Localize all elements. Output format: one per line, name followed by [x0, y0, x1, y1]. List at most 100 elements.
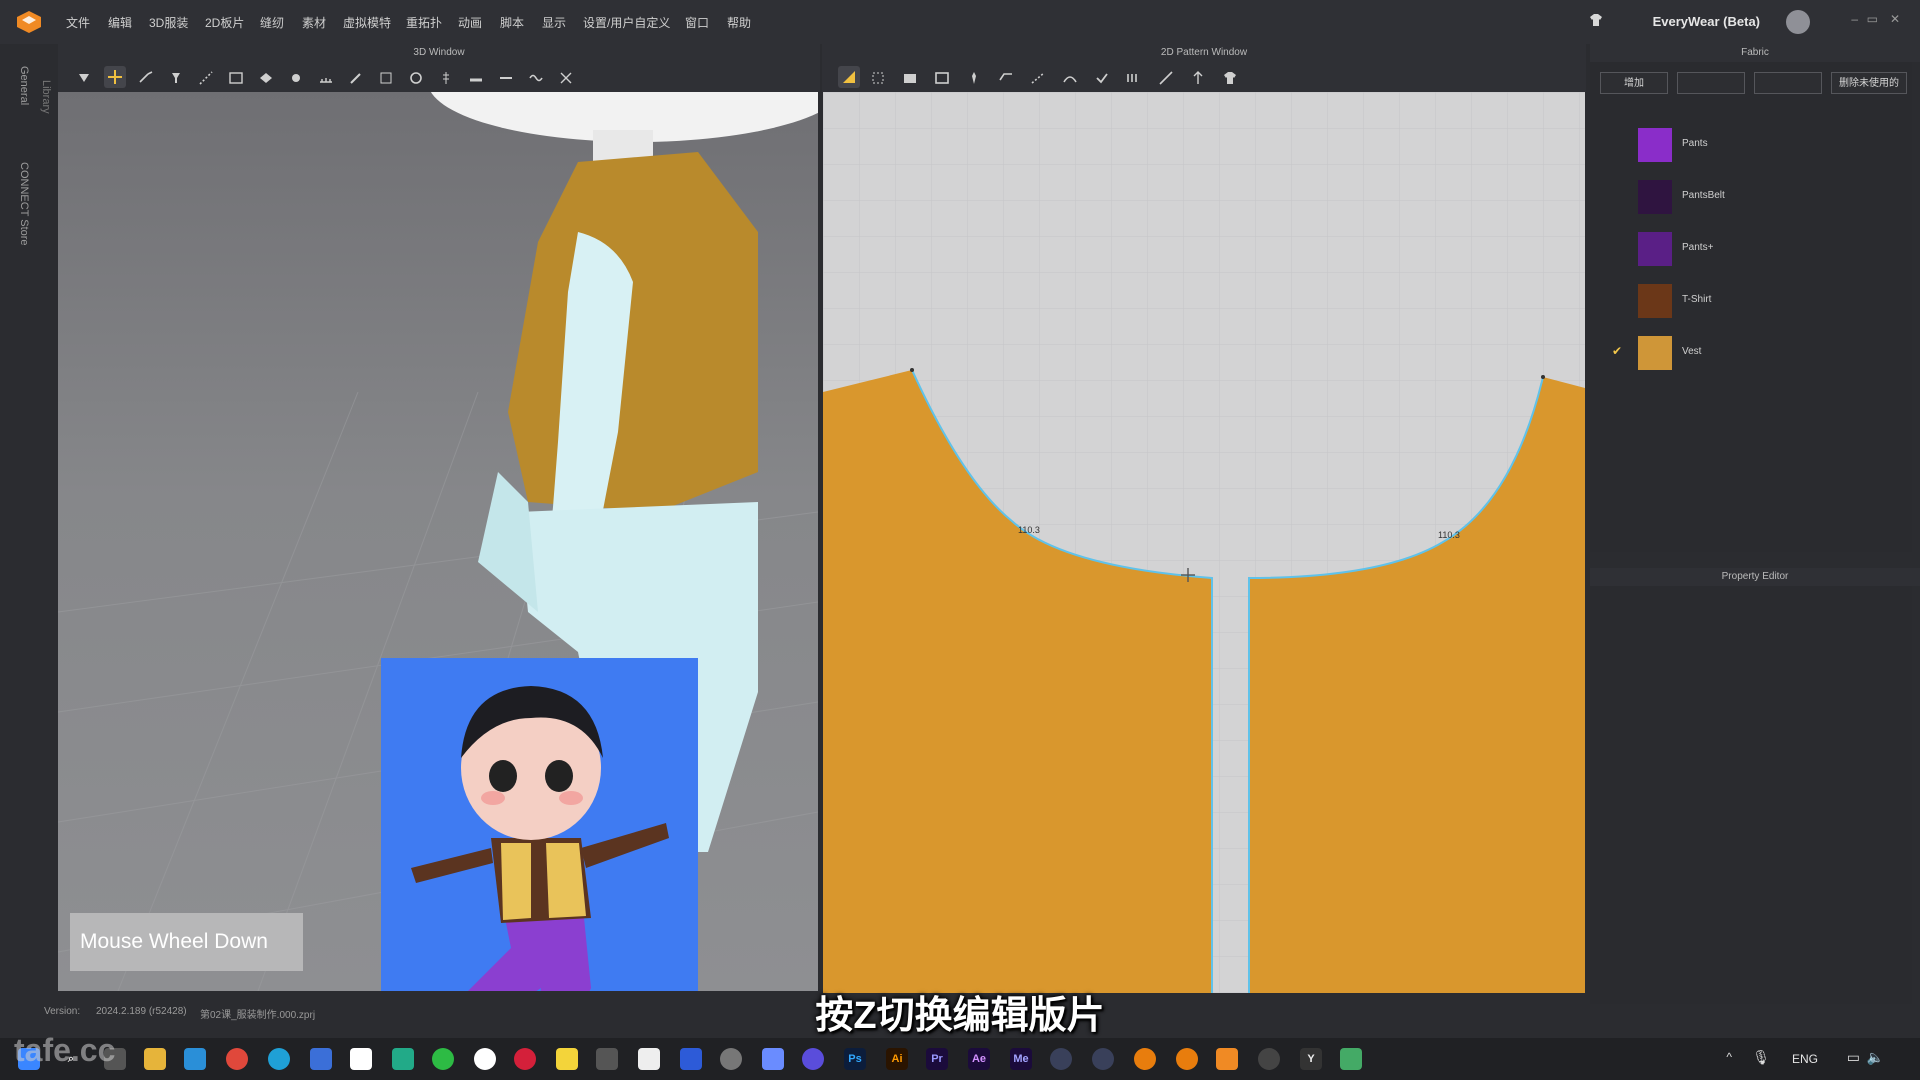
fabric-item[interactable]: T-Shirt [1604, 274, 1904, 324]
pipe-icon[interactable] [498, 70, 514, 86]
wechat-icon[interactable] [432, 1048, 454, 1070]
edit-point-icon[interactable] [870, 70, 886, 86]
segment-sewing-icon[interactable] [198, 70, 214, 86]
menu-animation[interactable]: 动画 [458, 14, 482, 31]
fold-arrangement-icon[interactable] [1126, 70, 1142, 86]
strengthen-icon[interactable] [378, 70, 394, 86]
fabric-item[interactable]: Pants [1604, 118, 1904, 168]
brush-icon[interactable] [348, 70, 364, 86]
menu-edit[interactable]: 编辑 [108, 14, 132, 31]
tray-chevron-icon[interactable]: ^ [1726, 1050, 1732, 1064]
segment-sewing-2d-icon[interactable] [1030, 70, 1046, 86]
vest-3d[interactable] [508, 152, 758, 512]
user-avatar-icon[interactable] [1786, 10, 1810, 34]
menu-retopology[interactable]: 重拓扑 [406, 14, 442, 31]
zipper-icon[interactable] [438, 70, 454, 86]
menu-settings[interactable]: 设置/用户自定义 [583, 14, 670, 31]
button-tool-icon[interactable] [408, 70, 424, 86]
chrome-icon[interactable] [226, 1048, 248, 1070]
photoshop-icon[interactable]: Ps [844, 1048, 866, 1070]
network-icon[interactable]: ▭ [1847, 1049, 1860, 1066]
notes-icon[interactable] [556, 1048, 578, 1070]
after-effects-icon[interactable]: Ae [968, 1048, 990, 1070]
menu-3d-garment[interactable]: 3D服装 [149, 14, 188, 31]
edge-icon[interactable] [268, 1048, 290, 1070]
input-language[interactable]: ENG [1792, 1052, 1818, 1066]
add-fabric-button[interactable]: 增加 [1600, 72, 1668, 94]
tape-icon[interactable] [468, 70, 484, 86]
qq-icon[interactable] [474, 1048, 496, 1070]
puckering-icon[interactable] [528, 70, 544, 86]
product-name[interactable]: EveryWear (Beta) [1653, 14, 1760, 29]
rectangle-icon[interactable] [934, 70, 950, 86]
fabric-button-2[interactable] [1677, 72, 1745, 94]
app-icon-9[interactable] [350, 1048, 372, 1070]
transform-pattern-tool-active[interactable] [838, 66, 860, 88]
settings-gear-icon[interactable] [720, 1048, 742, 1070]
cinema4d-icon[interactable] [1050, 1048, 1072, 1070]
menu-file[interactable]: 文件 [66, 14, 90, 31]
select-move-icon[interactable] [76, 70, 92, 86]
app-icon-20[interactable] [802, 1048, 824, 1070]
app-icon-19[interactable] [762, 1048, 784, 1070]
menu-materials[interactable]: 素材 [302, 14, 326, 31]
internal-shape-icon[interactable] [966, 70, 982, 86]
word-icon[interactable] [680, 1048, 702, 1070]
media-encoder-icon[interactable]: Me [1010, 1048, 1032, 1070]
volume-icon[interactable]: 🔈 [1867, 1049, 1884, 1066]
measure-icon[interactable] [318, 70, 334, 86]
fabric-item[interactable]: Pants+ [1604, 222, 1904, 272]
menu-window[interactable]: 窗口 [685, 14, 709, 31]
microphone-icon[interactable]: 🎙 [1752, 1049, 1770, 1066]
calculator-icon[interactable] [1340, 1048, 1362, 1070]
netease-music-icon[interactable] [514, 1048, 536, 1070]
free-sewing-icon[interactable] [1062, 70, 1078, 86]
rail-library-tab[interactable]: Library [40, 80, 52, 114]
app-icon-16[interactable] [638, 1048, 660, 1070]
menu-2d-pattern[interactable]: 2D板片 [205, 14, 244, 31]
arrangement-icon[interactable] [228, 70, 244, 86]
cinema4d-2-icon[interactable] [1092, 1048, 1114, 1070]
app-icon-10[interactable] [392, 1048, 414, 1070]
blender-2-icon[interactable] [1176, 1048, 1198, 1070]
app-icon-15[interactable] [596, 1048, 618, 1070]
grain-icon[interactable] [1190, 70, 1206, 86]
clo-app-logo-icon[interactable] [16, 10, 42, 34]
premiere-icon[interactable]: Pr [926, 1048, 948, 1070]
fabric-item-selected[interactable]: ✔ Vest [1604, 326, 1904, 376]
fabric-item[interactable]: PantsBelt [1604, 170, 1904, 220]
menu-help[interactable]: 帮助 [727, 14, 751, 31]
shirt-pattern-icon[interactable] [1222, 70, 1238, 86]
store-icon[interactable] [184, 1048, 206, 1070]
window-2d-pattern-canvas[interactable]: 110.3 110.3 [823, 92, 1585, 993]
clo-taskbar-icon[interactable] [1216, 1048, 1238, 1070]
illustrator-icon[interactable]: Ai [886, 1048, 908, 1070]
menu-script[interactable]: 脚本 [500, 14, 524, 31]
line-icon[interactable] [1158, 70, 1174, 86]
transform-tool-active[interactable] [104, 66, 126, 88]
fold-icon[interactable] [258, 70, 274, 86]
pin-icon[interactable] [168, 70, 184, 86]
blender-icon[interactable] [1134, 1048, 1156, 1070]
rail-general-tab[interactable]: General [18, 66, 30, 105]
rail-connect-store-tab[interactable]: CONNECT Store [18, 162, 30, 246]
delete-unused-button[interactable]: 删除未使用的 [1831, 72, 1907, 94]
tack-icon[interactable] [288, 70, 304, 86]
window-3d-viewport[interactable]: Mouse Wheel Down [58, 92, 818, 991]
file-explorer-icon[interactable] [144, 1048, 166, 1070]
close-icon[interactable]: ✕ [1890, 12, 1900, 26]
menu-sewing[interactable]: 缝纫 [260, 14, 284, 31]
app-icon-8[interactable] [310, 1048, 332, 1070]
menu-avatar[interactable]: 虚拟模特 [343, 14, 391, 31]
app-icon-31[interactable] [1258, 1048, 1280, 1070]
restore-icon[interactable]: ▭ [1867, 12, 1878, 26]
menu-display[interactable]: 显示 [542, 14, 566, 31]
check-sewing-icon[interactable] [1094, 70, 1110, 86]
edit-pattern-icon[interactable] [138, 70, 154, 86]
trim-icon[interactable] [558, 70, 574, 86]
app-y-icon[interactable]: Y [1300, 1048, 1322, 1070]
dart-icon[interactable] [998, 70, 1014, 86]
polygon-icon[interactable] [902, 70, 918, 86]
fabric-button-3[interactable] [1754, 72, 1822, 94]
minimize-icon[interactable]: – [1851, 12, 1858, 26]
